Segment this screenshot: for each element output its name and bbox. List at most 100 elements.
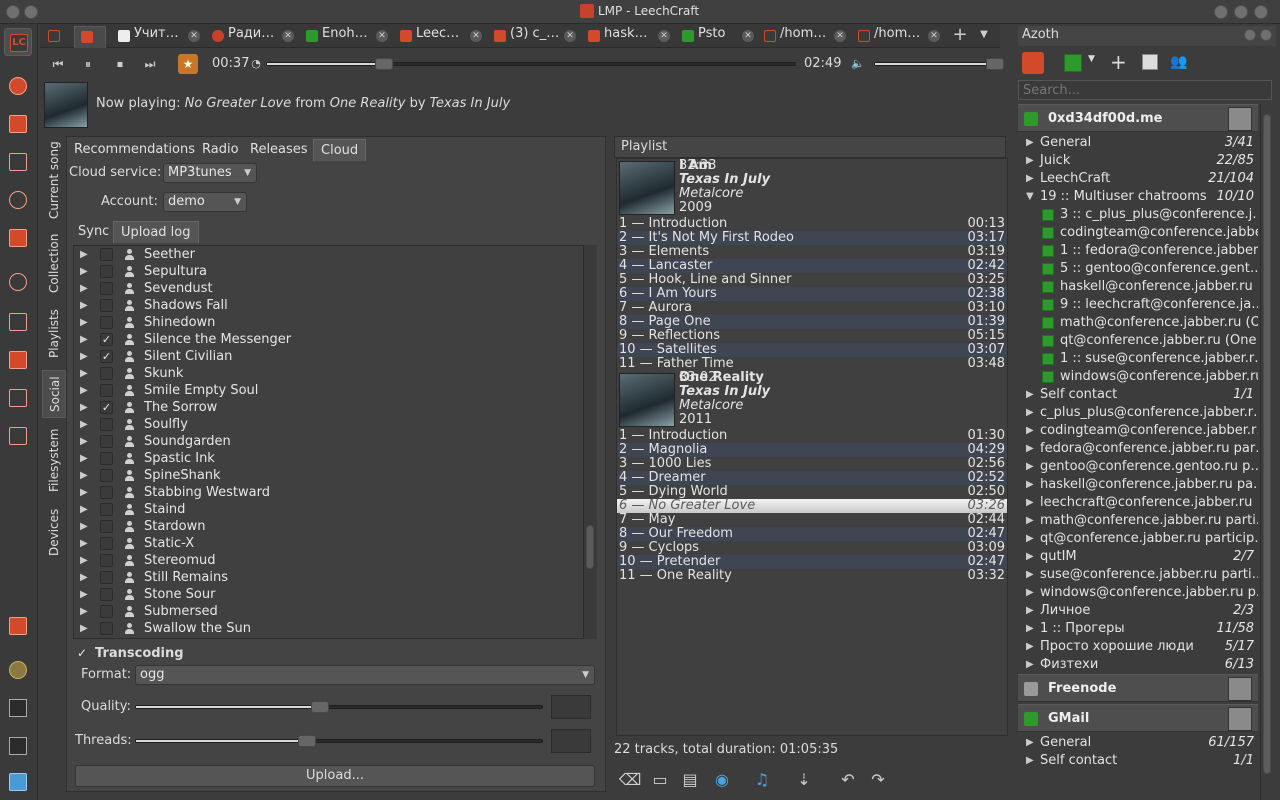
artist-row[interactable]: ▶ ✓ Silence the Messenger bbox=[74, 331, 594, 348]
chevron-right-icon[interactable]: ▶ bbox=[1026, 752, 1034, 770]
threads-slider-handle[interactable] bbox=[298, 735, 317, 747]
stream-icon[interactable]: ◉ bbox=[710, 768, 734, 792]
tab-leechcraft[interactable]: Leec… ✕ bbox=[394, 26, 488, 48]
vtab-social[interactable]: Social bbox=[42, 370, 66, 418]
chevron-right-icon[interactable]: ▶ bbox=[1026, 152, 1034, 170]
artist-checkbox[interactable] bbox=[100, 605, 113, 618]
artist-scrollbar[interactable] bbox=[583, 245, 597, 639]
group-row[interactable]: ▼ 19 :: Multiuser chatrooms 10/10 bbox=[1018, 188, 1258, 206]
playlist-track-row[interactable]: 7 — May 02:44 bbox=[617, 513, 1007, 527]
artist-checkbox[interactable] bbox=[100, 469, 113, 482]
chevron-right-icon[interactable]: ▶ bbox=[1026, 458, 1034, 476]
playlist-track-row[interactable]: 9 — Cyclops 03:09 bbox=[617, 541, 1007, 555]
stop-icon[interactable]: ⏹ bbox=[110, 54, 130, 74]
artist-row[interactable]: ▶ ✓ The Sorrow bbox=[74, 399, 594, 416]
artist-checkbox[interactable]: ✓ bbox=[100, 333, 113, 346]
contact-roster[interactable]: 0xd34df00d.me ▶ General 3/41 ▶ Juick 22/85 ▶ Lee… bbox=[1018, 104, 1258, 800]
expand-arrow-icon[interactable]: ▶ bbox=[80, 467, 88, 484]
playlist-track-row[interactable]: 1 — Introduction 00:13 bbox=[617, 217, 1007, 231]
pin-icon[interactable] bbox=[24, 5, 38, 19]
play-order-icon[interactable]: ⇣ bbox=[792, 768, 816, 792]
artist-checkbox[interactable] bbox=[100, 571, 113, 584]
clear-playlist-icon[interactable]: ⌫ bbox=[618, 768, 642, 792]
leechcraft-menu-button[interactable]: LC bbox=[4, 28, 32, 56]
users-icon[interactable]: 👥 bbox=[1170, 54, 1192, 72]
roster-scrollbar[interactable] bbox=[1260, 104, 1272, 800]
album-header[interactable]: One Reality Texas In July Metalcore 2011 33:… bbox=[617, 371, 1007, 429]
group-row[interactable]: ▶ Личное 2/3 bbox=[1018, 602, 1258, 620]
playlist-track-row[interactable]: 3 — 1000 Lies 02:56 bbox=[617, 457, 1007, 471]
finder-icon[interactable] bbox=[4, 768, 32, 796]
artist-checkbox[interactable] bbox=[100, 554, 113, 567]
tab-haskell-chat[interactable]: hask… ✕ bbox=[582, 26, 676, 48]
playlist-track-row[interactable]: 3 — Elements 03:19 bbox=[617, 245, 1007, 259]
playlist-track-row[interactable]: 7 — Aurora 03:10 bbox=[617, 301, 1007, 315]
quality-slider-handle[interactable] bbox=[310, 701, 329, 713]
playlist-track-row[interactable]: 5 — Dying World 02:50 bbox=[617, 485, 1007, 499]
chevron-right-icon[interactable]: ▶ bbox=[1026, 584, 1034, 602]
vtab-playlists[interactable]: Playlists bbox=[42, 302, 66, 366]
contact-row[interactable]: windows@conference.jabber.ru… bbox=[1018, 368, 1258, 386]
tab-home-2[interactable]: /hom… ✕ bbox=[852, 26, 946, 48]
group-row[interactable]: ▶ Просто хорошие люди 5/17 bbox=[1018, 638, 1258, 656]
expand-arrow-icon[interactable]: ▶ bbox=[80, 399, 88, 416]
artist-row[interactable]: ▶ Submersed bbox=[74, 603, 594, 620]
vtab-current-song[interactable]: Current song bbox=[42, 136, 66, 224]
artist-row[interactable]: ▶ Still Remains bbox=[74, 569, 594, 586]
expand-arrow-icon[interactable]: ▶ bbox=[80, 620, 88, 637]
artist-checkbox[interactable] bbox=[100, 537, 113, 550]
group-row[interactable]: ▶ gentoo@conference.gentoo.ru p… bbox=[1018, 458, 1258, 476]
group-row[interactable]: ▶ Self contact 1/1 bbox=[1018, 386, 1258, 404]
seek-slider[interactable] bbox=[266, 58, 796, 70]
chevron-right-icon[interactable]: ▶ bbox=[1026, 548, 1034, 566]
chevron-right-icon[interactable]: ▶ bbox=[1026, 386, 1034, 404]
text-editor-2-icon[interactable] bbox=[4, 422, 32, 450]
speaker-icon[interactable] bbox=[4, 656, 32, 684]
crosshair-icon[interactable] bbox=[4, 186, 32, 214]
azoth-icon[interactable] bbox=[4, 224, 32, 252]
vtab-devices[interactable]: Devices bbox=[42, 502, 66, 562]
artist-row[interactable]: ▶ Seether bbox=[74, 246, 594, 263]
artist-row[interactable]: ▶ Skunk bbox=[74, 365, 594, 382]
subtab-sync[interactable]: Sync bbox=[71, 221, 116, 243]
subtab-upload-log[interactable]: Upload log bbox=[113, 221, 199, 243]
expand-arrow-icon[interactable]: ▶ bbox=[80, 314, 88, 331]
chevron-right-icon[interactable]: ▶ bbox=[1026, 638, 1034, 656]
expand-arrow-icon[interactable]: ▶ bbox=[80, 433, 88, 450]
scrollbar-thumb[interactable] bbox=[586, 525, 594, 569]
group-row[interactable]: ▶ leechcraft@conference.jabber.ru … bbox=[1018, 494, 1258, 512]
artist-checkbox[interactable] bbox=[100, 435, 113, 448]
contact-row[interactable]: math@conference.jabber.ru (O… bbox=[1018, 314, 1258, 332]
account-header[interactable]: 0xd34df00d.me bbox=[1018, 104, 1258, 132]
playback-mode-icon[interactable]: ◔ bbox=[246, 54, 266, 74]
remove-selected-icon[interactable]: ▭ bbox=[648, 768, 672, 792]
group-row[interactable]: ▶ windows@conference.jabber.ru p… bbox=[1018, 584, 1258, 602]
expand-arrow-icon[interactable]: ▶ bbox=[80, 348, 88, 365]
menu-lines-icon[interactable] bbox=[4, 732, 32, 760]
vtab-collection[interactable]: Collection bbox=[42, 228, 66, 298]
chevron-right-icon[interactable]: ▶ bbox=[1026, 170, 1034, 188]
expand-arrow-icon[interactable]: ▶ bbox=[80, 416, 88, 433]
contact-row[interactable]: 9 :: leechcraft@conference.ja… bbox=[1018, 296, 1258, 314]
quality-slider[interactable] bbox=[135, 701, 543, 713]
group-row[interactable]: ▶ General 61/157 bbox=[1018, 734, 1258, 752]
contact-row[interactable]: 3 :: c_plus_plus@conference.j… bbox=[1018, 206, 1258, 224]
artist-checkbox[interactable] bbox=[100, 384, 113, 397]
grid-icon[interactable] bbox=[4, 694, 32, 722]
artist-row[interactable]: ▶ SpineShank bbox=[74, 467, 594, 484]
group-row[interactable]: ▶ qt@conference.jabber.ru particip… bbox=[1018, 530, 1258, 548]
contact-row[interactable]: 5 :: gentoo@conference.gent… bbox=[1018, 260, 1258, 278]
tab-psto[interactable]: Psto ✕ bbox=[676, 26, 760, 48]
artist-checkbox[interactable] bbox=[100, 265, 113, 278]
tab-radio[interactable]: Ради… ✕ bbox=[206, 26, 300, 48]
next-track-icon[interactable]: ⏭ bbox=[140, 54, 160, 74]
group-row[interactable]: ▶ Juick 22/85 bbox=[1018, 152, 1258, 170]
love-star-icon[interactable]: ★ bbox=[178, 54, 198, 74]
chevron-right-icon[interactable]: ▶ bbox=[1026, 734, 1034, 752]
add-contact-plus-icon[interactable]: + bbox=[1110, 50, 1127, 74]
artist-tree[interactable]: ▶ Seether ▶ Sepultura ▶ Sevendust ▶ Shadows Fal… bbox=[73, 245, 595, 639]
chevron-right-icon[interactable]: ▶ bbox=[1026, 134, 1034, 152]
vtab-filesystem[interactable]: Filesystem bbox=[42, 422, 66, 498]
add-music-icon[interactable]: ♫ bbox=[750, 768, 774, 792]
close-tab-icon[interactable]: ✕ bbox=[470, 30, 482, 42]
